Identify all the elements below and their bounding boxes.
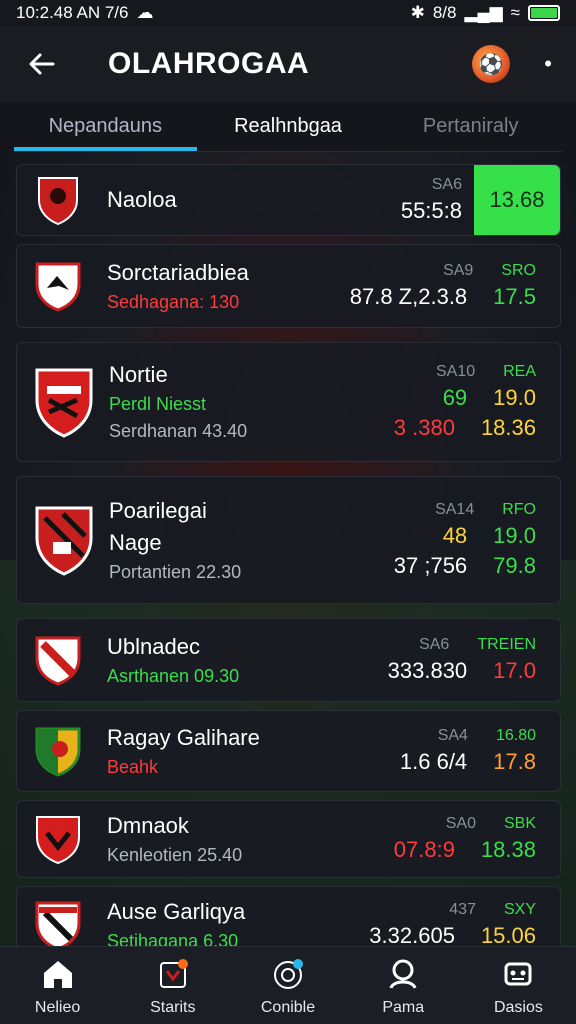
stat-header: TREIEN — [477, 636, 536, 653]
stat-header: SA6 — [431, 176, 462, 193]
stat-header: SA4 — [437, 727, 468, 744]
stat-value: 17.0 — [493, 658, 536, 683]
team-crest-icon — [33, 725, 83, 777]
status-time: 10:2.48 AN 7/6 — [16, 3, 129, 22]
tab-realhnbgaa[interactable]: Realhnbgaa — [197, 102, 380, 151]
list-item[interactable]: Ragay Galihare Beahk SA4 16.80 1.6 6/4 17.… — [16, 710, 561, 792]
nav-item-home[interactable]: Nelieo — [0, 947, 115, 1024]
nav-item-dasios[interactable]: Dasios — [461, 947, 576, 1024]
tab-nepandauns[interactable]: Nepandauns — [14, 102, 197, 151]
stat-value: 18.38 — [480, 837, 536, 862]
stat-header: SBK — [503, 815, 536, 832]
nav-label: Conible — [260, 998, 316, 1016]
stat-value: 87.8 Z,2.3.8 — [349, 284, 468, 309]
list-item[interactable]: Dmnaok Kenleotien 25.40 SA0 SBK 07.8:9 18.… — [16, 800, 561, 878]
stat-header: SA10 — [435, 363, 476, 380]
team-crest-icon — [33, 813, 83, 865]
stat-value: 19.0 — [493, 385, 536, 410]
status-signal-text: 8/8 — [432, 3, 457, 22]
team-crest-icon — [33, 174, 83, 226]
bottom-navigation: Nelieo Starits Conible Pama Dasios — [0, 946, 576, 1024]
tab-pertaniraly[interactable]: Pertaniraly — [379, 102, 562, 151]
nav-label: Dasios — [493, 998, 543, 1016]
shield-badge-icon — [154, 955, 192, 993]
list-item[interactable]: Sorctariadbiea Sedhagana: 130 SA9 SRO 87.… — [16, 244, 561, 328]
stat-header: SXY — [503, 901, 536, 918]
robot-icon — [499, 955, 537, 993]
stat-header: SA14 — [435, 501, 475, 518]
stat-value: 333.830 — [387, 658, 468, 683]
notification-icon: ☁ — [136, 3, 154, 22]
ball-icon — [269, 955, 307, 993]
highlight-value-badge[interactable]: 13.68 — [474, 165, 560, 235]
team-crest-icon — [33, 634, 83, 686]
bluetooth-icon: ✱ — [410, 3, 425, 22]
nav-item-conible[interactable]: Conible — [230, 947, 345, 1024]
stat-value: 07.8:9 — [393, 837, 455, 862]
stat-header: 16.80 — [495, 727, 536, 744]
list-item[interactable]: Nortie Perdl Niesst Serdhanan 43.40 SA10… — [16, 342, 561, 462]
profile-icon — [384, 955, 422, 993]
stat-value: 1.6 6/4 — [399, 749, 468, 774]
more-options-icon[interactable]: • — [544, 51, 552, 77]
stat-value: 48 — [442, 523, 468, 548]
standings-list: Naoloa SA6 55:5:8 13.68 Sorctariadbiea S… — [16, 164, 561, 972]
stat-header: SA0 — [445, 815, 476, 832]
status-bar: 10:2.48 AN 7/6 ☁ ✱ 8/8 ▂▄▆ ≈ — [0, 0, 576, 26]
nav-label: Pama — [382, 998, 425, 1016]
stat-value: 55:5:8 — [400, 198, 462, 223]
stat-header: SA6 — [419, 636, 450, 653]
signal-icon: ▂▄▆ — [464, 3, 503, 22]
team-crest-icon — [33, 899, 83, 951]
nav-label: Starits — [150, 998, 196, 1016]
stat-header: SA9 — [443, 262, 474, 279]
list-item[interactable]: Ublnadec Asrthanen 09.30 SA6 TREIEN 333.8… — [16, 618, 561, 702]
stat-header: 437 — [449, 901, 476, 918]
stat-value: 79.8 — [493, 553, 536, 578]
stat-value: 19.0 — [493, 523, 536, 548]
page-title: OLAHROGAA — [108, 47, 310, 80]
stat-header: RFO — [502, 501, 536, 518]
stat-value: 18.36 — [480, 415, 536, 440]
stat-header: SRO — [501, 262, 536, 279]
stat-value: 17.5 — [493, 284, 536, 309]
battery-icon — [528, 5, 560, 21]
stat-value: 3 .380 — [393, 415, 455, 440]
home-icon — [39, 955, 77, 993]
team-crest-icon — [33, 260, 83, 312]
list-item[interactable]: Poarilegai Nage Portantien 22.30 SA14 RFO… — [16, 476, 561, 604]
stat-value: 17.8 — [493, 749, 536, 774]
arrow-left-icon — [29, 53, 55, 75]
app-header: OLAHROGAA ⚽ • — [0, 26, 576, 102]
list-item[interactable]: Naoloa SA6 55:5:8 13.68 — [16, 164, 561, 236]
stat-value: 69 — [442, 385, 468, 410]
stat-header: REA — [503, 363, 536, 380]
team-crest-icon — [33, 366, 95, 438]
back-button[interactable] — [18, 40, 66, 88]
wifi-icon: ≈ — [510, 3, 520, 22]
app-logo-icon[interactable]: ⚽ — [472, 45, 511, 83]
nav-item-starits[interactable]: Starits — [115, 947, 230, 1024]
team-crest-icon — [33, 504, 95, 576]
nav-label: Nelieo — [34, 998, 81, 1016]
tab-bar: Nepandauns Realhnbgaa Pertaniraly — [14, 102, 562, 152]
nav-item-pama[interactable]: Pama — [346, 947, 461, 1024]
stat-value: 37 ;756 — [393, 553, 468, 578]
